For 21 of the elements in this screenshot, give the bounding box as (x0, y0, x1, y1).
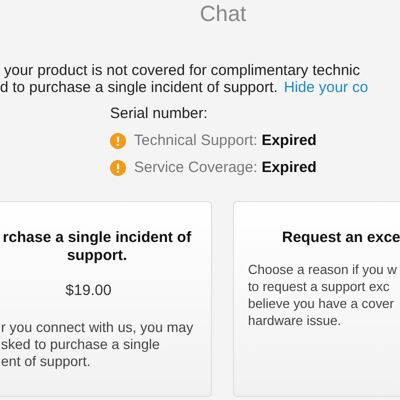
card-title: support. (66, 247, 128, 265)
card-text: to request a support exc (248, 278, 390, 295)
option-card[interactable]: Request an exce Choose a reason if you w to request a support exc believe you have a cover hardware issue. (233, 201, 400, 397)
card-text: r you connect with us, you may (1, 319, 194, 336)
card-text: Choose a reason if you w (248, 261, 398, 278)
serial-label: Serial number: (110, 105, 209, 122)
card-text: hardware issue. (248, 312, 342, 329)
price-text: $19.00 (64, 282, 112, 299)
page-title: Chat (198, 0, 248, 28)
warning-icon (110, 160, 126, 176)
coverage-status: Service Coverage: Expired (134, 159, 317, 176)
card-text: believe you have a cover (248, 295, 395, 312)
card-title: Request an exce (282, 229, 400, 247)
intro-text: your product is not covered for complimentary technic (4, 62, 360, 79)
coverage-status: Technical Support: Expired (134, 132, 317, 149)
card-title: rchase a single incident of (2, 229, 192, 247)
card-text: sked to purchase a single (1, 336, 161, 353)
warning-icon (110, 132, 126, 148)
intro-text: d to purchase a single incident of support. (0, 79, 278, 96)
option-card[interactable]: rchase a single incident of support. $19.00 r you connect with us, you may sked to purchase a single ent of support. (0, 201, 212, 397)
card-text: ent of support. (1, 353, 92, 370)
